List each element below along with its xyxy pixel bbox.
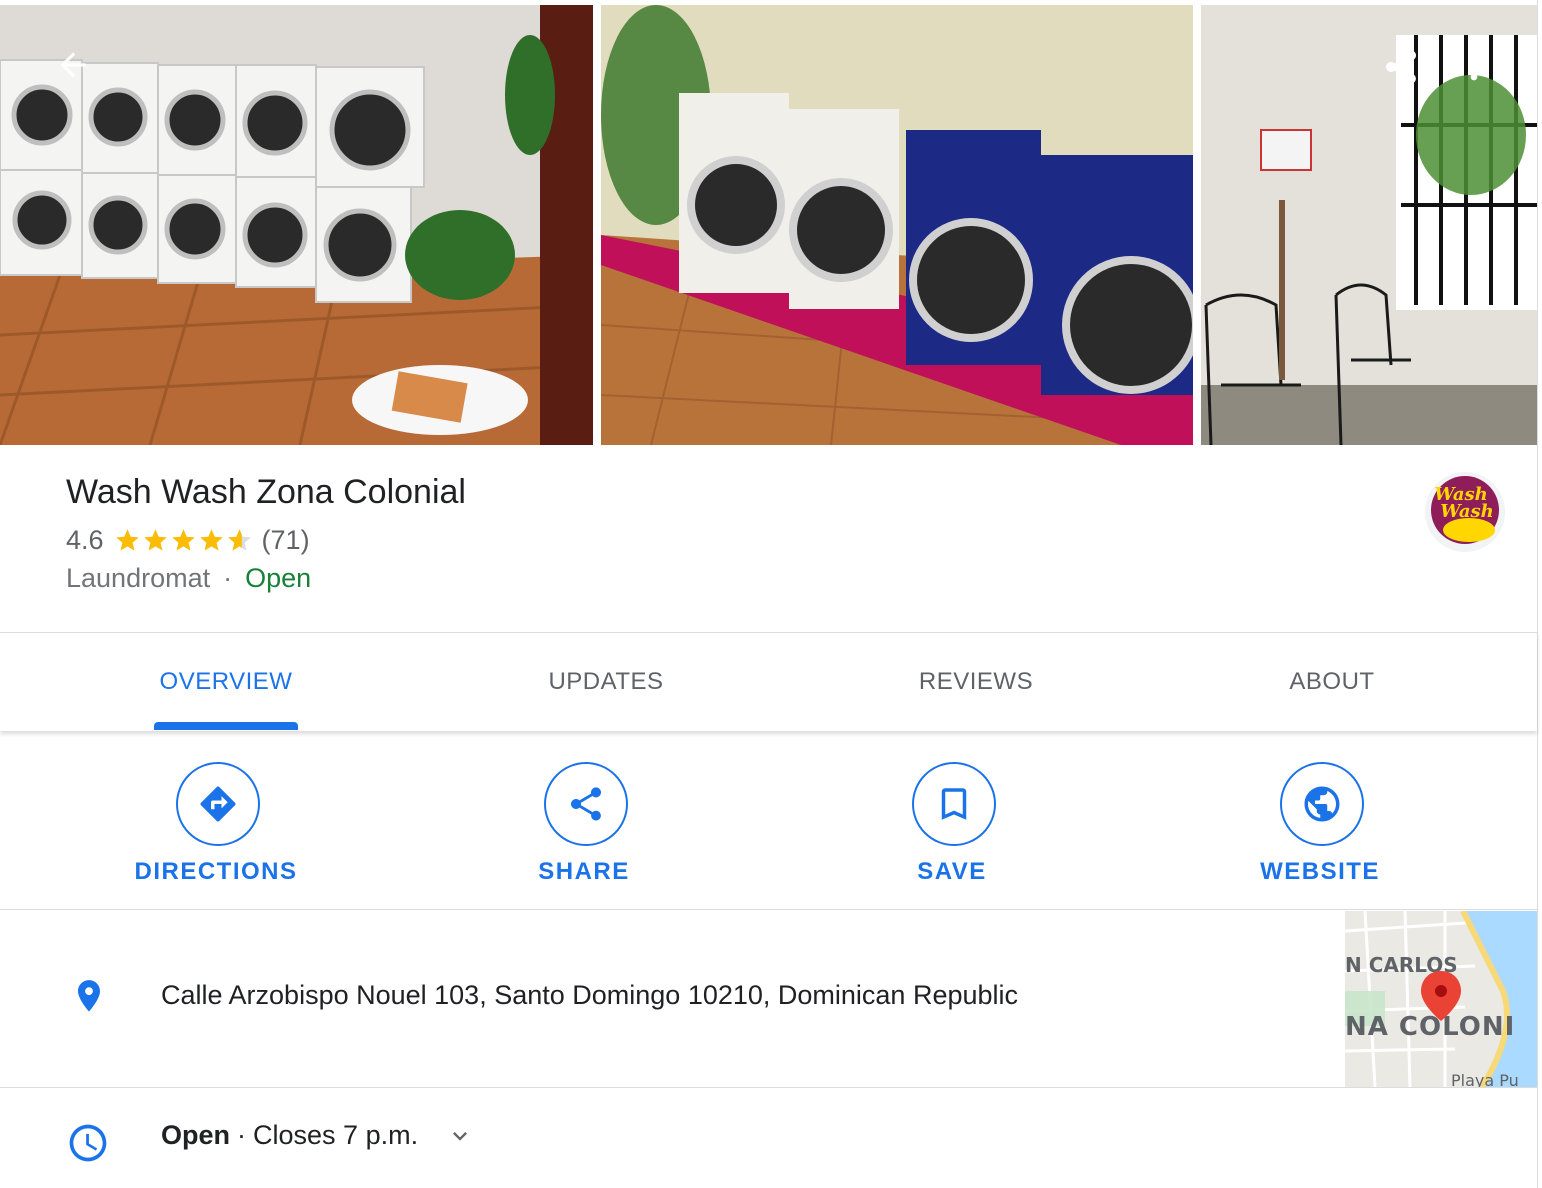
divider bbox=[0, 909, 1537, 910]
half-star-icon bbox=[227, 528, 251, 551]
review-count[interactable]: (71) bbox=[262, 525, 310, 556]
hours-row[interactable]: Open · Closes 7 p.m. bbox=[161, 1120, 474, 1151]
separator-dot: · bbox=[237, 1120, 247, 1150]
save-label: SAVE bbox=[917, 858, 987, 885]
directions-button[interactable]: DIRECTIONS bbox=[108, 762, 328, 892]
business-logo: Wash Wash bbox=[1425, 472, 1505, 552]
address-text[interactable]: Calle Arzobispo Nouel 103, Santo Domingo… bbox=[161, 980, 1018, 1011]
map-thumbnail[interactable]: N CARLOS NA COLONI Playa Pu bbox=[1345, 911, 1537, 1087]
svg-text:Playa Pu: Playa Pu bbox=[1451, 1071, 1519, 1087]
svg-text:Wash: Wash bbox=[1440, 501, 1494, 522]
tab-bar: OVERVIEW UPDATES REVIEWS ABOUT bbox=[0, 632, 1537, 731]
chevron-down-icon[interactable] bbox=[446, 1122, 474, 1150]
star-icon bbox=[171, 528, 195, 551]
rating-value: 4.6 bbox=[66, 524, 104, 555]
globe-icon bbox=[1280, 762, 1364, 846]
star-icon bbox=[115, 528, 139, 551]
closing-time: Closes 7 p.m. bbox=[253, 1120, 419, 1150]
place-panel: Wash Wash Zona Colonial 4.6 (71) Laundro… bbox=[0, 0, 1538, 1188]
directions-label: DIRECTIONS bbox=[134, 858, 298, 885]
save-button[interactable]: SAVE bbox=[844, 762, 1064, 892]
star-icon bbox=[199, 528, 223, 551]
share-icon[interactable] bbox=[1377, 43, 1425, 91]
share-label: SHARE bbox=[538, 858, 630, 885]
svg-text:NA COLONI: NA COLONI bbox=[1345, 1012, 1515, 1042]
bookmark-icon bbox=[912, 762, 996, 846]
share-icon bbox=[544, 762, 628, 846]
active-tab-indicator bbox=[154, 722, 298, 730]
star-icon bbox=[143, 528, 167, 551]
open-status: Open bbox=[245, 563, 312, 593]
photo-washer-row[interactable] bbox=[601, 5, 1193, 445]
hours-status: Open bbox=[161, 1120, 231, 1150]
share-button[interactable]: SHARE bbox=[476, 762, 696, 892]
location-pin-icon bbox=[70, 977, 108, 1021]
category-row: Laundromat · Open bbox=[66, 563, 311, 594]
separator-dot: · bbox=[223, 563, 233, 593]
more-vert-icon[interactable] bbox=[1450, 43, 1498, 91]
tab-about[interactable]: ABOUT bbox=[1186, 633, 1478, 731]
place-title: Wash Wash Zona Colonial bbox=[66, 473, 466, 511]
divider bbox=[0, 1087, 1537, 1088]
clock-icon bbox=[66, 1121, 110, 1165]
rating-stars bbox=[114, 527, 254, 554]
tab-overview[interactable]: OVERVIEW bbox=[80, 633, 372, 731]
tab-reviews[interactable]: REVIEWS bbox=[830, 633, 1122, 731]
directions-icon bbox=[176, 762, 260, 846]
tab-updates[interactable]: UPDATES bbox=[460, 633, 752, 731]
category-label: Laundromat bbox=[66, 563, 211, 593]
photo-strip[interactable] bbox=[0, 5, 1537, 445]
back-arrow-icon[interactable] bbox=[49, 41, 97, 89]
rating-row[interactable]: 4.6 (71) bbox=[66, 522, 310, 558]
website-label: WEBSITE bbox=[1260, 858, 1380, 885]
website-button[interactable]: WEBSITE bbox=[1212, 762, 1432, 892]
